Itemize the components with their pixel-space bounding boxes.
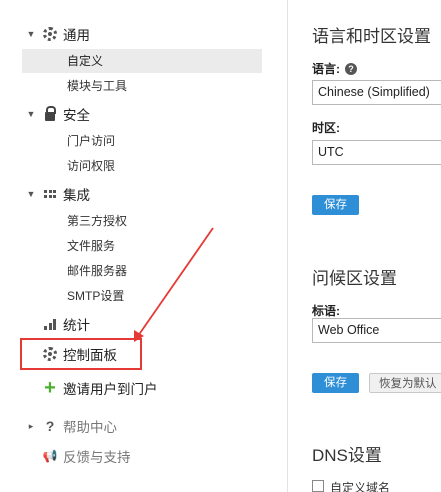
annotation-arrow bbox=[134, 227, 214, 342]
custom-domain-label: 自定义域名 bbox=[330, 481, 391, 492]
heading-label: 标语: bbox=[312, 304, 340, 318]
language-label: 语言: ? bbox=[312, 60, 357, 77]
language-section-title: 语言和时区设置 bbox=[312, 27, 431, 46]
timezone-select[interactable]: UTC bbox=[312, 140, 441, 165]
save-language-button[interactable]: 保存 bbox=[312, 195, 359, 215]
language-label-text: 语言: bbox=[312, 62, 340, 76]
dns-section-title: DNS设置 bbox=[312, 446, 382, 465]
language-select[interactable]: Chinese (Simplified) bbox=[312, 80, 441, 105]
save-welcome-button[interactable]: 保存 bbox=[312, 373, 359, 393]
help-icon[interactable]: ? bbox=[345, 62, 357, 75]
custom-domain-checkbox[interactable] bbox=[312, 480, 324, 492]
panel-divider bbox=[287, 0, 288, 492]
restore-default-button[interactable]: 恢复为默认 bbox=[369, 373, 441, 393]
timezone-label: 时区: bbox=[312, 121, 340, 135]
heading-input[interactable]: Web Office bbox=[312, 318, 441, 343]
welcome-section-title: 问候区设置 bbox=[312, 269, 397, 288]
